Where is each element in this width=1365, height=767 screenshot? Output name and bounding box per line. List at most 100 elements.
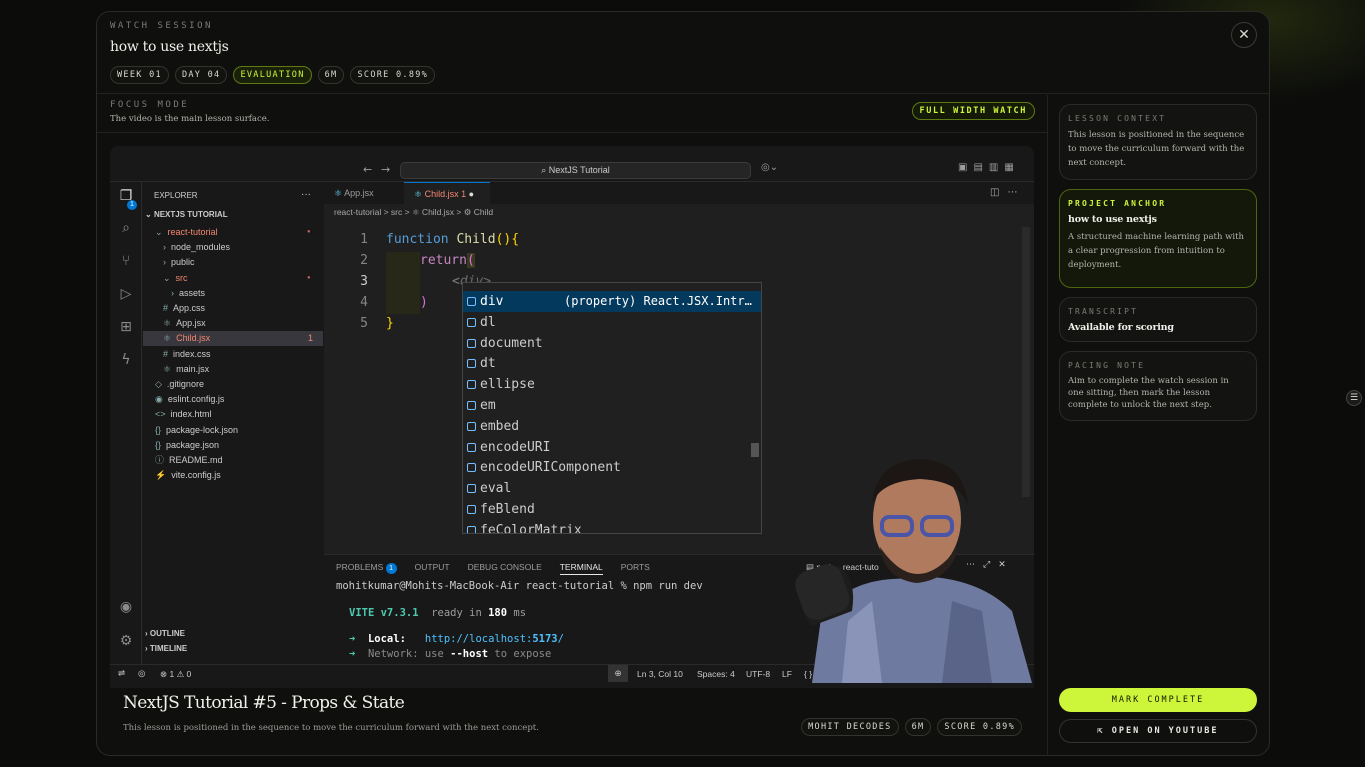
tree-item[interactable]: › assets xyxy=(171,286,205,301)
presenter-webcam xyxy=(795,459,1032,683)
suggestion-item[interactable]: feBlend xyxy=(463,499,761,520)
tab-output[interactable]: OUTPUT xyxy=(415,562,450,575)
tree-item-label: package-lock.json xyxy=(166,424,239,435)
property-icon xyxy=(467,401,476,410)
breadcrumb: react-tutorial > src > ⚛ Child.jsx > ⚙ C… xyxy=(334,207,494,217)
line-number: 4 xyxy=(360,295,368,310)
indentation[interactable]: Spaces: 4 xyxy=(697,669,735,679)
tab-terminal[interactable]: TERMINAL xyxy=(559,562,603,575)
tab-ports[interactable]: PORTS xyxy=(621,562,650,575)
property-icon xyxy=(467,484,476,494)
tree-item[interactable]: # App.css xyxy=(163,301,205,316)
property-icon xyxy=(467,359,476,369)
code-token: ) xyxy=(420,295,428,310)
tab-problems[interactable]: PROBLEMS 1 xyxy=(336,562,397,575)
arrow-icon: ➜ xyxy=(349,633,368,645)
project-anchor-card: PROJECT ANCHOR how to use nextjs A struc… xyxy=(1059,189,1257,288)
property-icon xyxy=(467,463,476,473)
tree-item[interactable]: › node_modules xyxy=(163,240,230,255)
tree-item[interactable]: ◇ .gitignore xyxy=(155,377,204,392)
suggestion-item[interactable]: embed xyxy=(463,416,761,437)
local-url-end: / xyxy=(557,633,564,645)
arrow-icon: ➜ xyxy=(349,648,368,660)
tree-item[interactable]: ⚛ Child.jsx xyxy=(143,331,323,347)
suggestion-item[interactable]: document xyxy=(463,333,761,354)
video-info: NextJS Tutorial #5 - Props & State This … xyxy=(110,688,1034,746)
settings-toggle-icon[interactable]: ☰ xyxy=(1346,390,1362,406)
suggestion-item[interactable]: ellipse xyxy=(463,374,761,395)
suggestion-label: eval xyxy=(480,481,512,497)
suggestion-widget[interactable]: div (property) React.JSX.Intr… dl document d… xyxy=(462,282,762,534)
more-icon: ··· xyxy=(301,189,311,200)
tree-item[interactable]: {} package.json xyxy=(155,438,219,453)
open-youtube-button[interactable]: ⇱ OPEN ON YOUTUBE xyxy=(1059,719,1257,743)
transcript-card: TRANSCRIPT Available for scoring xyxy=(1059,297,1257,342)
file-icon: # xyxy=(163,303,169,313)
encoding[interactable]: UTF-8 xyxy=(746,669,770,679)
problems-status[interactable]: ⊗ 1 ⚠ 0 xyxy=(160,669,191,680)
video-player[interactable]: ← → ⌕ NextJS Tutorial ◎⌄ ▣▤▥▦ ❐ 1 ⌕ ⑂ ▷ … xyxy=(110,146,1034,688)
tree-item[interactable]: <> index.html xyxy=(155,407,212,422)
cursor-position[interactable]: Ln 3, Col 10 xyxy=(637,669,683,679)
close-button[interactable]: ✕ xyxy=(1231,22,1257,48)
local-url[interactable]: http://localhost: xyxy=(425,633,532,645)
problems-badge: 1 xyxy=(385,563,397,574)
property-icon xyxy=(467,505,476,514)
suggestion-scrollbar[interactable] xyxy=(751,443,759,457)
suggestion-item[interactable]: div (property) React.JSX.Intr… xyxy=(463,291,761,312)
suggestion-item[interactable]: dt xyxy=(463,353,761,374)
video-title: NextJS Tutorial #5 - Props & State xyxy=(123,693,405,713)
code-token: (){ xyxy=(495,232,520,247)
suggestion-item[interactable]: feColorMatrix xyxy=(463,520,761,534)
terminal-network-line: ➜ Network: use --host to expose xyxy=(349,648,551,660)
chip-week: WEEK 01 xyxy=(110,66,169,84)
tree-item[interactable]: # index.css xyxy=(163,347,211,362)
suggestion-item[interactable]: dl xyxy=(463,312,761,333)
card-body: A structured machine learning path with … xyxy=(1068,232,1245,270)
suggestion-label: div xyxy=(480,294,504,309)
explorer-panel: EXPLORER ··· ⌄ NEXTJS TUTORIAL ⌄ react-tu… xyxy=(143,182,323,664)
tree-item-label: src xyxy=(175,272,188,283)
close-icon: ✕ xyxy=(1238,27,1250,43)
suggestion-item[interactable]: encodeURI xyxy=(463,437,761,458)
suggestion-label: feColorMatrix xyxy=(480,522,582,534)
files-badge: 1 xyxy=(127,200,137,210)
tab-debug-console[interactable]: DEBUG CONSOLE xyxy=(468,562,542,575)
tree-item[interactable]: {} package-lock.json xyxy=(155,423,238,438)
host-flag: --host xyxy=(450,648,489,660)
tree-item-label: assets xyxy=(179,287,206,298)
code-line-5: } xyxy=(386,316,394,331)
tree-item[interactable]: ◉ eslint.config.js xyxy=(155,392,224,407)
card-title: how to use nextjs xyxy=(1068,214,1157,225)
suggestion-item[interactable]: em xyxy=(463,395,761,416)
tree-item[interactable]: ⓘ README.md xyxy=(155,453,223,468)
tree-item[interactable]: ⌄ src xyxy=(163,271,188,286)
suggestion-label: ellipse xyxy=(480,377,535,393)
code-line-4: ) xyxy=(420,295,428,310)
mark-complete-button[interactable]: MARK COMPLETE xyxy=(1059,688,1257,712)
suggestion-item[interactable]: encodeURIComponent xyxy=(463,457,761,478)
file-icon: › xyxy=(163,242,166,253)
chip-duration: 6M xyxy=(904,718,932,736)
file-icon: ◉ xyxy=(155,394,163,405)
full-width-watch-button[interactable]: FULL WIDTH WATCH xyxy=(911,102,1035,120)
suggestion-item[interactable]: eval xyxy=(463,478,761,499)
tree-item[interactable]: › public xyxy=(163,255,195,270)
copilot-icon: ◎⌄ xyxy=(761,162,779,173)
project-label: NEXTJS TUTORIAL xyxy=(153,210,228,219)
property-icon xyxy=(467,525,476,533)
tab-app-jsx[interactable]: ⚛ App.jsx xyxy=(324,182,384,204)
terminal-prompt: mohitkumar@Mohits-MacBook-Air react-tuto… xyxy=(336,580,703,592)
focus-subtitle: The video is the main lesson surface. xyxy=(110,114,270,124)
timeline-section[interactable]: › TIMELINE xyxy=(145,644,187,653)
forward-arrow-icon: → xyxy=(381,163,391,176)
network-text: Network: use xyxy=(367,648,444,660)
tree-item[interactable]: ⚡ vite.config.js xyxy=(155,468,221,483)
tree-item[interactable]: ⚛ main.jsx xyxy=(163,362,209,377)
lesson-sidebar: LESSON CONTEXT This lesson is positioned… xyxy=(1059,104,1257,430)
tree-item[interactable]: ⌄ react-tutorial xyxy=(155,225,218,240)
tab-child-jsx[interactable]: ⚛ Child.jsx 1 ● xyxy=(404,182,490,204)
tree-item[interactable]: ⚛ App.jsx xyxy=(163,316,206,331)
outline-section[interactable]: › OUTLINE xyxy=(145,629,185,638)
card-kicker: TRANSCRIPT xyxy=(1068,307,1139,316)
